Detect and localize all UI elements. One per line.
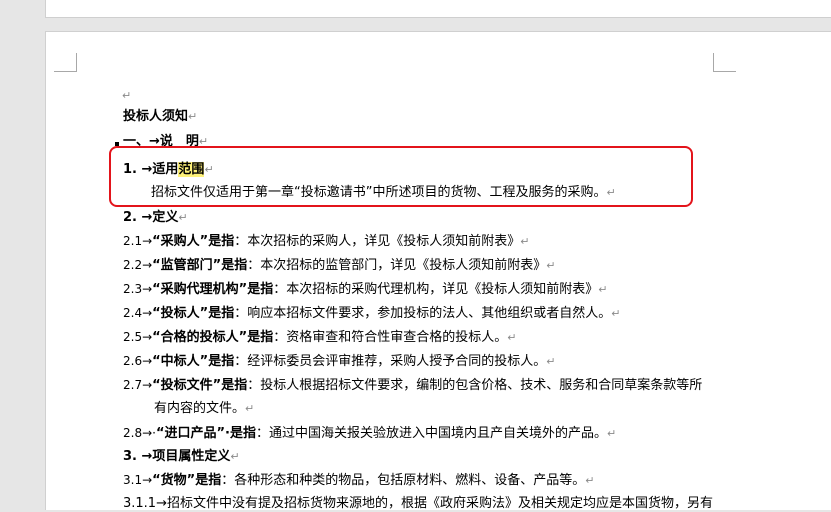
definition-text: ：响应本招标文件要求，参加投标的法人、其他组织或者自然人。 [234, 306, 612, 321]
term: “货物”是指 [152, 473, 222, 488]
term: “投标文件”是指 [152, 378, 248, 393]
term: “投标人”是指 [152, 306, 235, 321]
item-number: 2.5→ [123, 330, 153, 344]
definition-2-8[interactable]: 2.8→·“进口产品”·是指：通过中国海关报关验放进入中国境内且产自关境外的产品… [123, 425, 616, 442]
item-number: 3.1→ [123, 473, 153, 487]
red-annotation-box [109, 146, 693, 207]
definition-2-2[interactable]: 2.2→“监管部门”是指：本次招标的监管部门，详见《投标人须知前附表》↵ [123, 257, 555, 274]
term: “合格的投标人”是指 [152, 330, 274, 345]
paragraph-mark: ↵ [598, 283, 608, 296]
item-number: 2.4→ [123, 306, 153, 320]
item-number: 2.3→ [123, 282, 153, 296]
section-2-heading[interactable]: 2. →定义↵ [123, 210, 188, 226]
term: “中标人”是指 [152, 354, 235, 369]
term: “监管部门”是指 [152, 258, 248, 273]
margin-corner-top-right [713, 53, 736, 72]
item-number: 2.1→ [123, 234, 153, 248]
paragraph-mark: ↵ [507, 331, 517, 344]
definition-text: ：本次招标的采购代理机构，详见《投标人须知前附表》 [273, 282, 599, 297]
item-number: 2.6→ [123, 354, 153, 368]
definition-2-7-continued[interactable]: 有内容的文件。↵ [154, 401, 254, 417]
definition-text: ：本次招标的监管部门，详见《投标人须知前附表》 [247, 258, 547, 273]
definition-text: ：资格审查和符合性审查合格的投标人。 [273, 330, 508, 345]
paragraph-mark: ↵ [188, 110, 198, 123]
definition-2-4[interactable]: 2.4→“投标人”是指：响应本招标文件要求，参加投标的法人、其他组织或者自然人。… [123, 305, 620, 322]
item-number: 2.8→· [123, 426, 156, 440]
paragraph-mark: ↵ [245, 402, 255, 415]
definition-2-7[interactable]: 2.7→“投标文件”是指：投标人根据招标文件要求，编制的包含价格、技术、服务和合… [123, 377, 702, 394]
paragraph-mark: ↵ [611, 307, 621, 320]
definition-2-1[interactable]: 2.1→“采购人”是指：本次招标的采购人，详见《投标人须知前附表》↵ [123, 233, 529, 250]
paragraph-mark: ↵ [546, 355, 556, 368]
clause-3-1-1[interactable]: 3.1.1→招标文件中没有提及招标货物来源地的，根据《政府采购法》及相关规定均应… [123, 496, 713, 512]
definition-text: ：经评标委员会评审推荐，采购人授予合同的投标人。 [234, 354, 547, 369]
paragraph-mark: ↵ [520, 235, 530, 248]
empty-paragraph-mark: ↵ [122, 89, 132, 102]
doc-title[interactable]: 投标人须知↵ [123, 109, 197, 125]
paragraph-mark: ↵ [546, 259, 556, 272]
section-2-text: 2. →定义 [123, 210, 179, 225]
definition-text: ：通过中国海关报关验放进入中国境内且产自关境外的产品。 [255, 426, 607, 441]
term: “采购人”是指 [152, 234, 235, 249]
doc-title-text: 投标人须知 [123, 109, 189, 124]
section-3-heading[interactable]: 3. →项目属性定义↵ [123, 449, 240, 465]
term: “采购代理机构”是指 [152, 282, 274, 297]
section-3-text: 3. →项目属性定义 [123, 449, 231, 464]
definition-text: ：本次招标的采购人，详见《投标人须知前附表》 [234, 234, 521, 249]
margin-corner-top-left [54, 53, 77, 72]
definition-text: ：投标人根据招标文件要求，编制的包含价格、技术、服务和合同草案条款等所 [247, 378, 703, 393]
item-number: 2.2→ [123, 258, 153, 272]
definition-2-6[interactable]: 2.6→“中标人”是指：经评标委员会评审推荐，采购人授予合同的投标人。↵ [123, 353, 555, 370]
paragraph-mark: ↵ [178, 211, 188, 224]
definition-2-5[interactable]: 2.5→“合格的投标人”是指：资格审查和符合性审查合格的投标人。↵ [123, 329, 516, 346]
previous-page-bottom [45, 0, 831, 18]
paragraph-mark: ↵ [607, 427, 617, 440]
paragraph-mark: ↵ [230, 450, 240, 463]
definition-2-3[interactable]: 2.3→“采购代理机构”是指：本次招标的采购代理机构，详见《投标人须知前附表》↵ [123, 281, 607, 298]
term: “进口产品”·是指 [155, 426, 256, 441]
definition-text: ：各种形态和种类的物品，包括原材料、燃料、设备、产品等。 [221, 473, 586, 488]
paragraph-mark: ↵ [585, 474, 595, 487]
definition-3-1[interactable]: 3.1→“货物”是指：各种形态和种类的物品，包括原材料、燃料、设备、产品等。↵ [123, 472, 594, 489]
item-number: 2.7→ [123, 378, 153, 392]
definition-text: 有内容的文件。 [154, 401, 246, 416]
